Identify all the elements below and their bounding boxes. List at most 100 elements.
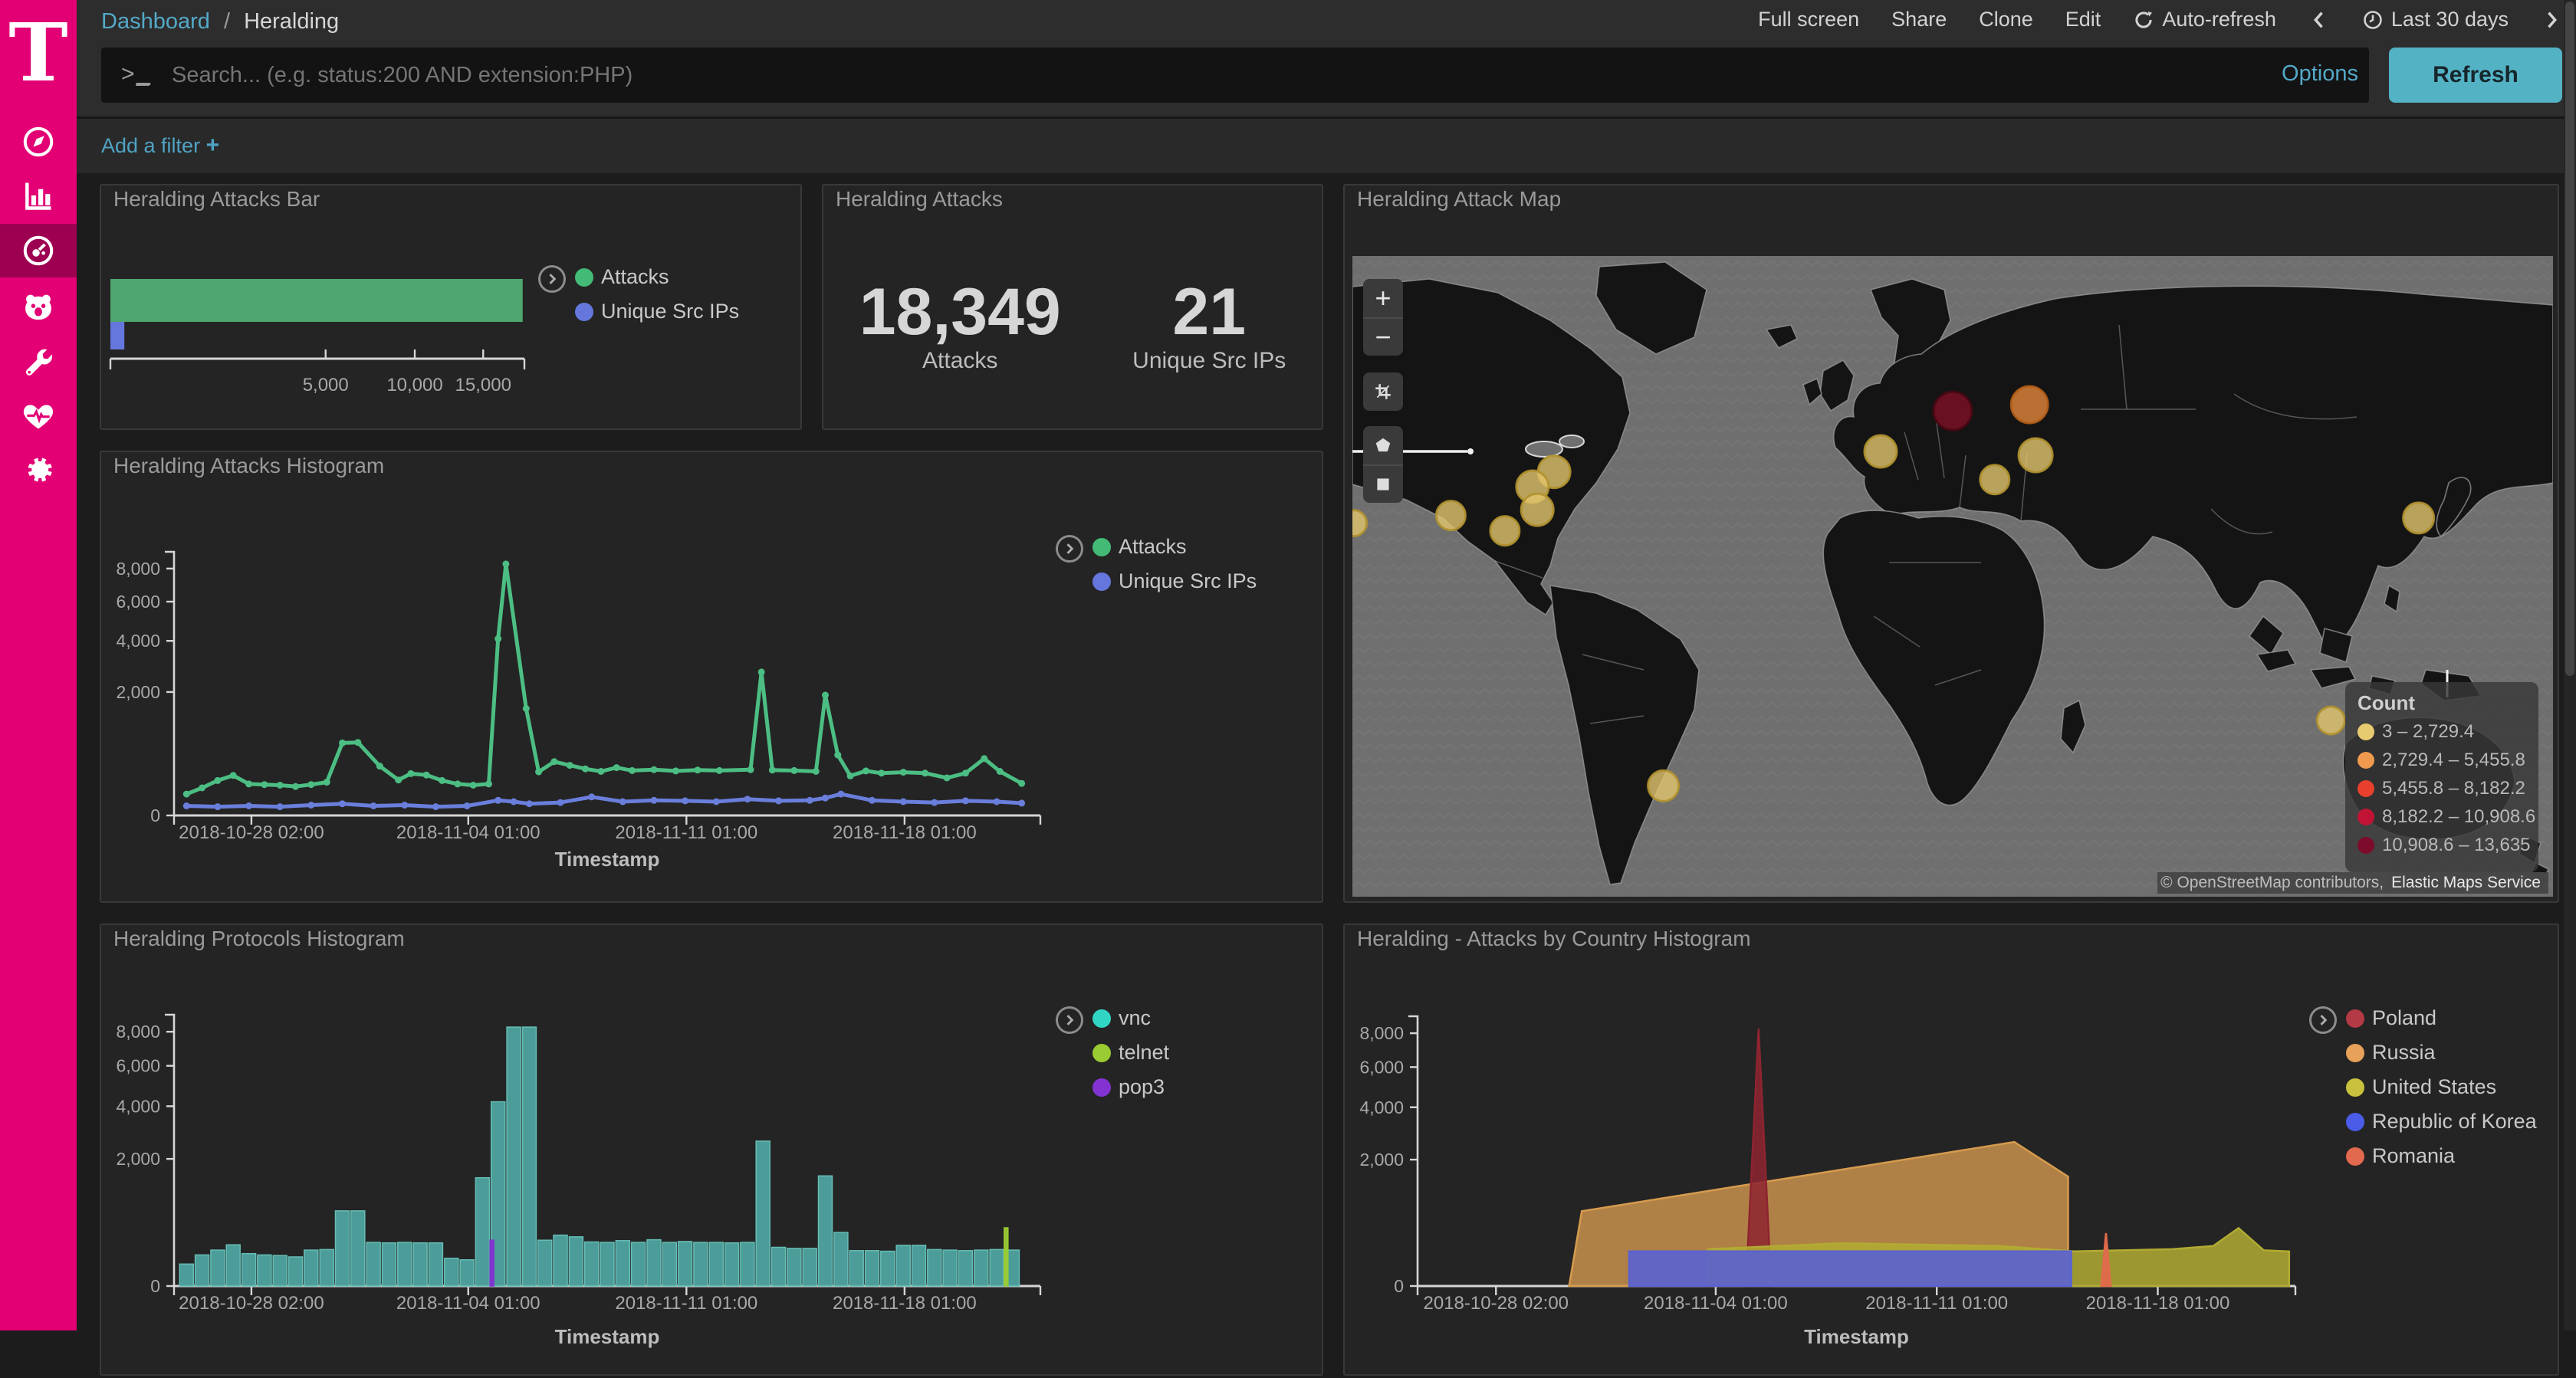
bar-vnc <box>772 1248 786 1287</box>
bar-vnc <box>507 1027 521 1286</box>
topnav-actions: Full screen Share Clone Edit Auto-refresh Las… <box>1758 8 2562 31</box>
legend-item-attacks[interactable]: Attacks <box>1092 535 1257 559</box>
svg-text:4,000: 4,000 <box>116 631 160 651</box>
panel-country-histogram: Heralding - Attacks by Country Histogram… <box>1343 924 2559 1376</box>
svg-text:0: 0 <box>150 1276 160 1296</box>
sidebar-item-management[interactable] <box>0 443 77 497</box>
panel-title[interactable]: Heralding Attack Map <box>1357 187 1561 212</box>
gear-icon <box>21 453 55 487</box>
nav-auto-refresh[interactable]: Auto-refresh <box>2133 8 2276 31</box>
panel-title[interactable]: Heralding - Attacks by Country Histogram <box>1357 927 1751 951</box>
attacks-histogram-chart[interactable]: 8,0006,0004,0002,00002018-10-28 02:00201… <box>101 452 1322 901</box>
attack-location-dot[interactable] <box>1521 494 1553 526</box>
attack-location-dot[interactable] <box>1934 392 1972 430</box>
nav-edit[interactable]: Edit <box>2065 8 2101 31</box>
fit-data-bounds-button[interactable] <box>1363 372 1403 411</box>
telekom-logo[interactable]: T <box>0 11 77 95</box>
legend-item-pop3[interactable]: pop3 <box>1092 1075 1169 1099</box>
legend-toggle-button[interactable] <box>538 265 566 293</box>
panel-title[interactable]: Heralding Attacks <box>836 187 1003 212</box>
legend-label: Poland <box>2372 1006 2436 1030</box>
legend-item-republic-of-korea[interactable]: Republic of Korea <box>2346 1110 2537 1134</box>
nav-share[interactable]: Share <box>1891 8 1947 31</box>
legend-toggle-button[interactable] <box>2309 1006 2337 1034</box>
attack-location-dot[interactable] <box>2019 438 2052 472</box>
panel-title[interactable]: Heralding Protocols Histogram <box>113 927 405 951</box>
nav-clone[interactable]: Clone <box>1979 8 2033 31</box>
bar-vnc <box>647 1240 661 1286</box>
zoom-out-button[interactable]: − <box>1363 317 1403 356</box>
legend-item-attacks[interactable]: Attacks <box>575 265 739 289</box>
refresh-button[interactable]: Refresh <box>2389 48 2562 103</box>
svg-text:15,000: 15,000 <box>455 375 511 395</box>
legend-item-unique-src-ips[interactable]: Unique Src IPs <box>575 300 739 323</box>
protocols-histogram-chart[interactable]: 8,0006,0004,0002,00002018-10-28 02:00201… <box>101 925 1322 1374</box>
attack-location-dot[interactable] <box>2011 386 2048 423</box>
attack-location-dot[interactable] <box>2317 707 2344 734</box>
legend-toggle-button[interactable] <box>1056 1006 1083 1034</box>
attack-location-dot[interactable] <box>1490 517 1520 546</box>
sidebar-item-t-pot[interactable] <box>0 281 77 334</box>
svg-text:4,000: 4,000 <box>116 1096 160 1116</box>
bar-vnc <box>709 1242 723 1286</box>
svg-text:Timestamp: Timestamp <box>1804 1325 1909 1348</box>
legend-item-telnet[interactable]: telnet <box>1092 1041 1169 1065</box>
draw-rectangle-button[interactable] <box>1363 464 1403 503</box>
scrollbar-thumb[interactable] <box>2565 2 2574 676</box>
sidebar: T <box>0 0 77 1330</box>
bar-vnc <box>242 1254 256 1286</box>
legend-label: Attacks <box>1119 535 1187 559</box>
nav-full-screen[interactable]: Full screen <box>1758 8 1859 31</box>
panel-title[interactable]: Heralding Attacks Histogram <box>113 454 384 478</box>
bar-vnc <box>304 1250 318 1286</box>
legend-item-romania[interactable]: Romania <box>2346 1144 2537 1168</box>
bar-pop3 <box>490 1240 494 1286</box>
legend-toggle-button[interactable] <box>1056 535 1083 563</box>
chevron-right-icon <box>2541 9 2562 31</box>
nav-label: Full screen <box>1758 8 1859 31</box>
bar-vnc <box>928 1249 941 1286</box>
breadcrumb-dashboard-link[interactable]: Dashboard <box>101 9 210 34</box>
bar-vnc <box>366 1242 380 1286</box>
sidebar-item-discover[interactable] <box>0 115 77 169</box>
legend-item-vnc[interactable]: vnc <box>1092 1006 1169 1030</box>
page-scrollbar[interactable] <box>2564 0 2576 1330</box>
bar-unique-src-ips[interactable] <box>110 322 124 349</box>
attack-location-dot[interactable] <box>1865 435 1897 468</box>
world-map[interactable]: + − Count 3 – 2,729.42,729.4 – 5,455.85, <box>1352 256 2553 897</box>
bar-vnc <box>756 1141 770 1286</box>
nav-time-forward-button[interactable] <box>2541 9 2562 31</box>
svg-text:2018-11-04 01:00: 2018-11-04 01:00 <box>396 1293 540 1314</box>
nav-time-range[interactable]: Last 30 days <box>2362 8 2509 31</box>
bar-vnc <box>383 1243 396 1286</box>
options-link[interactable]: Options <box>2282 61 2358 87</box>
attack-location-dot[interactable] <box>1648 770 1679 801</box>
search-input[interactable] <box>101 48 2369 103</box>
legend-item-poland[interactable]: Poland <box>2346 1006 2537 1030</box>
legend-item-russia[interactable]: Russia <box>2346 1041 2537 1065</box>
legend-item-unique-src-ips[interactable]: Unique Src IPs <box>1092 569 1257 593</box>
square-icon <box>1373 474 1393 494</box>
map-count-legend: Count 3 – 2,729.42,729.4 – 5,455.85,455.… <box>2345 682 2538 872</box>
sidebar-item-monitoring[interactable] <box>0 389 77 443</box>
nav-time-back-button[interactable] <box>2308 9 2330 31</box>
svg-text:2,000: 2,000 <box>116 1149 160 1169</box>
sidebar-item-dashboard[interactable] <box>0 224 77 277</box>
sidebar-item-visualize[interactable] <box>0 169 77 222</box>
bar-vnc <box>974 1250 988 1286</box>
zoom-in-button[interactable]: + <box>1363 279 1403 317</box>
bar-attacks[interactable] <box>110 279 523 322</box>
legend-color-dot <box>1092 1078 1111 1097</box>
legend-item-united-states[interactable]: United States <box>2346 1075 2537 1099</box>
sidebar-item-dev-tools[interactable] <box>0 336 77 389</box>
gauge-icon <box>21 234 55 267</box>
panel-title[interactable]: Heralding Attacks Bar <box>113 187 320 212</box>
draw-polygon-button[interactable] <box>1363 426 1403 464</box>
attack-location-dot[interactable] <box>1980 465 2009 494</box>
bar-vnc <box>866 1251 879 1286</box>
attack-location-dot[interactable] <box>1436 501 1465 530</box>
map-legend-row: 5,455.8 – 8,182.2 <box>2358 778 2526 799</box>
bar-chart-icon <box>21 179 55 212</box>
attack-location-dot[interactable] <box>2404 503 2434 533</box>
add-filter-link[interactable]: Add a filter + <box>101 133 219 159</box>
